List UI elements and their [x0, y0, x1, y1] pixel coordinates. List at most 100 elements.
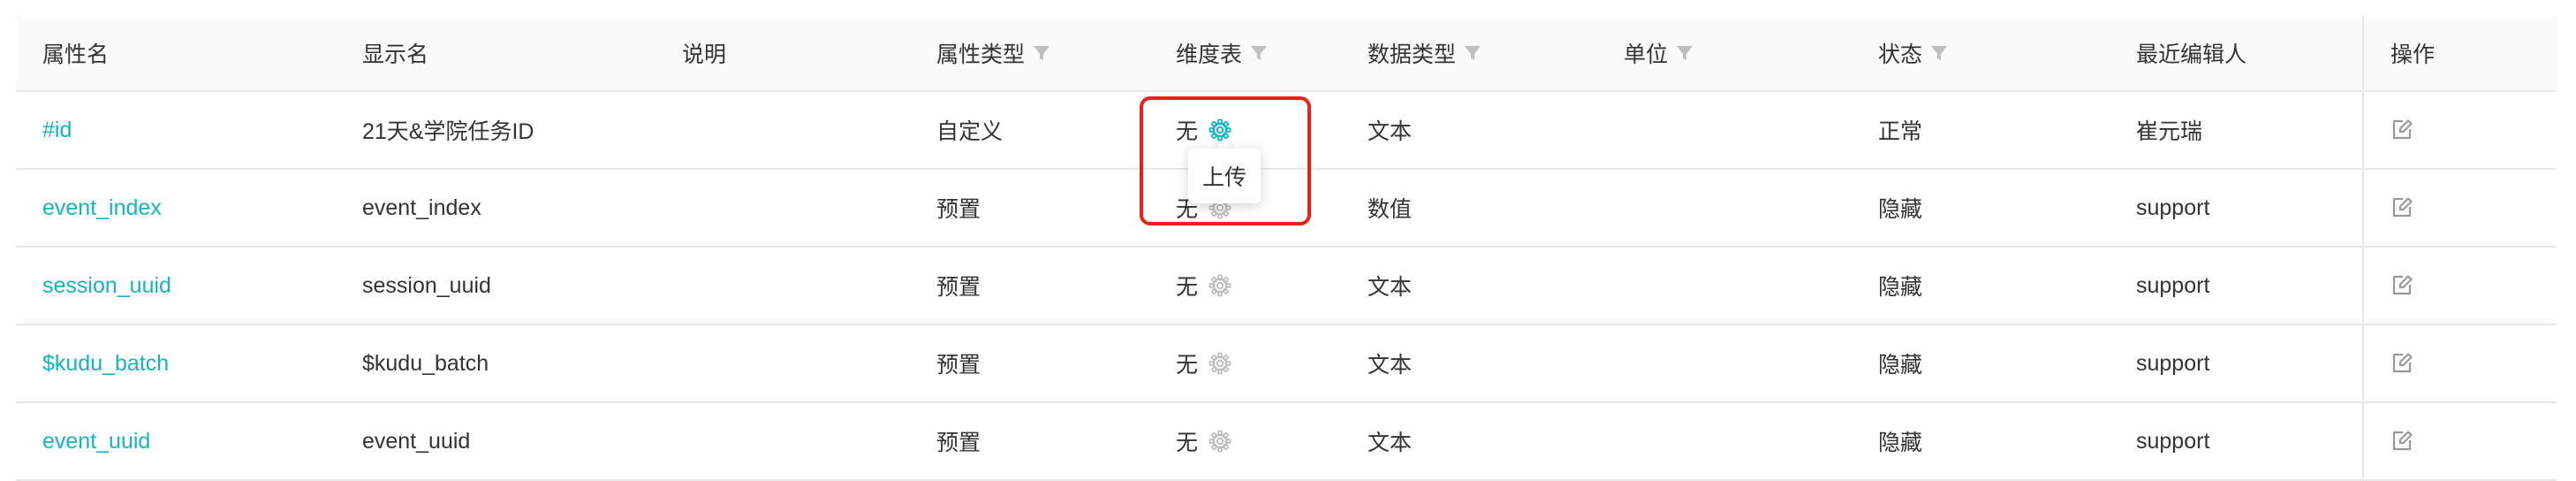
- header-label: 操作: [2390, 42, 2436, 67]
- header-col-dim: 维度表: [1176, 16, 1269, 90]
- col-dim-value: 无: [1176, 431, 1199, 455]
- header-col-editor: 最近编辑人: [2136, 16, 2246, 90]
- op-cell: [2362, 403, 2558, 479]
- col-editor-cell: support: [2136, 325, 2209, 401]
- op-cell: [2362, 248, 2558, 324]
- highlight-box: [1140, 96, 1311, 225]
- header-col-prop-type: 属性类型: [936, 16, 1051, 90]
- col-name-cell: session_uuid: [42, 248, 171, 324]
- table-row: $kudu_batch $kudu_batch 预置 无 文本 隐藏 support: [16, 325, 2557, 403]
- col-editor-value: support: [2136, 272, 2210, 298]
- header-col-status: 状态: [1878, 16, 1949, 90]
- col-display-cell: event_index: [362, 170, 481, 246]
- col-display-value: $kudu_batch: [362, 350, 489, 376]
- col-status-value: 隐藏: [1878, 197, 1923, 222]
- table-row: event_uuid event_uuid 预置 无 文本 隐藏 support: [16, 403, 2557, 481]
- col-data-type-value: 文本: [1368, 431, 1413, 455]
- gear-icon[interactable]: [1208, 430, 1231, 453]
- col-prop-type-cell: 自定义: [936, 92, 1003, 168]
- col-data-type-value: 文本: [1368, 353, 1413, 378]
- edit-icon[interactable]: [2390, 430, 2413, 453]
- col-editor-value: 崔元瑞: [2136, 119, 2203, 144]
- col-data-type-value: 数值: [1368, 197, 1413, 222]
- col-status-cell: 隐藏: [1878, 248, 1922, 324]
- header-col-display: 显示名: [362, 16, 428, 90]
- actions: [2390, 170, 2413, 246]
- edit-icon[interactable]: [2390, 274, 2413, 297]
- edit-icon[interactable]: [2390, 196, 2413, 219]
- col-prop-type-cell: 预置: [936, 170, 981, 246]
- col-prop-type-cell: 预置: [936, 325, 981, 401]
- col-dim-cell: 无: [1176, 403, 1231, 479]
- col-data-type-cell: 文本: [1368, 325, 1412, 401]
- header-label: 数据类型: [1368, 42, 1457, 67]
- filter-icon[interactable]: [1032, 43, 1051, 63]
- edit-icon[interactable]: [2390, 352, 2413, 375]
- op-cell: [2362, 325, 2558, 401]
- col-display-cell: 21天&学院任务ID: [362, 92, 534, 168]
- property-name-link[interactable]: #id: [42, 118, 72, 143]
- col-prop-type-value: 预置: [936, 431, 981, 455]
- actions: [2390, 92, 2413, 168]
- col-editor-value: support: [2136, 350, 2210, 376]
- col-dim-value: 无: [1176, 353, 1199, 378]
- col-editor-cell: support: [2136, 248, 2209, 324]
- property-name-link[interactable]: session_uuid: [42, 273, 171, 299]
- col-editor-cell: support: [2136, 170, 2209, 246]
- col-prop-type-value: 预置: [936, 353, 981, 378]
- col-editor-value: support: [2136, 195, 2210, 220]
- property-table: 属性名 显示名 说明 属性类型 维度表 数据类型 单位 状态 最近编辑人 操作 #id 21天&学院任…: [16, 16, 2558, 481]
- col-dim-cell: 无: [1176, 325, 1231, 401]
- actions: [2390, 325, 2413, 401]
- col-name-cell: event_uuid: [42, 403, 150, 479]
- filter-icon[interactable]: [1463, 43, 1482, 63]
- filter-icon[interactable]: [1249, 43, 1269, 63]
- actions: [2390, 248, 2413, 324]
- gear-icon[interactable]: [1208, 274, 1231, 297]
- header-label: 属性类型: [936, 42, 1026, 67]
- header-label: 说明: [682, 42, 727, 67]
- filter-icon[interactable]: [1675, 43, 1694, 63]
- col-status-value: 隐藏: [1878, 431, 1923, 455]
- col-data-type-value: 文本: [1368, 119, 1413, 144]
- col-dim-value: 无: [1176, 275, 1199, 300]
- header-label: 属性名: [42, 42, 110, 67]
- op-cell: [2362, 170, 2558, 246]
- col-data-type-cell: 文本: [1368, 248, 1412, 324]
- col-prop-type-value: 自定义: [936, 119, 1004, 144]
- col-status-cell: 隐藏: [1878, 325, 1922, 401]
- property-name-link[interactable]: $kudu_batch: [42, 351, 169, 377]
- op-cell: [2362, 92, 2558, 168]
- col-prop-type-cell: 预置: [936, 248, 981, 324]
- col-status-cell: 隐藏: [1878, 170, 1922, 246]
- filter-icon[interactable]: [1929, 43, 1949, 63]
- col-display-value: session_uuid: [362, 272, 491, 298]
- col-name-cell: $kudu_batch: [42, 325, 169, 401]
- col-name-cell: #id: [42, 92, 72, 168]
- col-editor-value: support: [2136, 428, 2210, 454]
- col-display-value: 21天&学院任务ID: [362, 119, 534, 144]
- header-col-op: 操作: [2390, 16, 2435, 90]
- col-display-cell: event_uuid: [362, 403, 470, 479]
- col-editor-cell: support: [2136, 403, 2209, 479]
- col-status-value: 隐藏: [1878, 275, 1923, 300]
- col-status-cell: 正常: [1878, 92, 1922, 168]
- property-name-link[interactable]: event_uuid: [42, 429, 150, 454]
- gear-icon[interactable]: [1208, 352, 1231, 375]
- table-header: 属性名 显示名 说明 属性类型 维度表 数据类型 单位 状态 最近编辑人 操作: [16, 16, 2558, 92]
- col-status-value: 隐藏: [1878, 353, 1923, 378]
- col-display-value: event_uuid: [362, 428, 471, 454]
- edit-icon[interactable]: [2390, 118, 2413, 141]
- actions: [2390, 403, 2413, 479]
- col-prop-type-cell: 预置: [936, 403, 981, 479]
- header-col-desc: 说明: [682, 16, 726, 90]
- col-data-type-cell: 文本: [1368, 92, 1412, 168]
- col-prop-type-value: 预置: [936, 275, 981, 300]
- header-col-name: 属性名: [42, 16, 109, 90]
- page: 属性名 显示名 说明 属性类型 维度表 数据类型 单位 状态 最近编辑人 操作 #id 21天&学院任…: [0, 0, 2576, 481]
- col-data-type-value: 文本: [1368, 275, 1413, 300]
- col-status-value: 正常: [1878, 119, 1923, 144]
- col-data-type-cell: 数值: [1368, 170, 1412, 246]
- property-name-link[interactable]: event_index: [42, 195, 162, 221]
- table-row: session_uuid session_uuid 预置 无 文本 隐藏 support: [16, 248, 2557, 325]
